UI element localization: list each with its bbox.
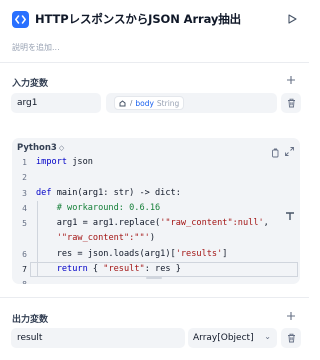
variable-reference-chip: / body String — [114, 96, 185, 110]
code-text: return { "result": res } — [36, 262, 181, 277]
code-token: # workaround: 0.6.16 — [36, 202, 161, 213]
node-title[interactable]: HTTPレスポンスからJSON Array抽出 — [35, 11, 241, 27]
code-token: '"raw_content":""' — [56, 233, 150, 244]
code-token: arg1 = arg1.replace( — [36, 218, 161, 229]
line-number: 8 — [12, 277, 27, 284]
code-token: , — [263, 218, 269, 229]
line-number: 4 — [22, 203, 27, 213]
code-token: '"raw_content":null' — [160, 218, 264, 229]
code-token: json — [67, 157, 93, 167]
code-token: ) — [149, 233, 156, 244]
output-variable-name-field[interactable]: result — [11, 328, 185, 348]
add-input-variable-button[interactable] — [285, 75, 297, 87]
code-line[interactable]: 5 arg1 = arg1.replace('"raw_content":nul… — [12, 216, 300, 231]
expand-icon[interactable] — [284, 142, 295, 156]
code-line[interactable]: 1 import json — [12, 155, 300, 170]
code-token: def — [36, 187, 52, 198]
editor-resize-handle[interactable] — [146, 277, 162, 279]
line-number: 7 — [22, 265, 27, 275]
chevron-updown-icon[interactable]: ◇ — [59, 144, 64, 152]
language-select[interactable]: Python3 — [17, 143, 57, 153]
node-header: HTTPレスポンスからJSON Array抽出 — [12, 10, 299, 28]
code-text: arg1 = arg1.replace('"raw_content":null'… — [36, 216, 269, 231]
output-variable-type-select[interactable]: Array[Object] ⌄ — [188, 328, 277, 348]
line-number: 1 — [22, 158, 27, 167]
output-variable-type: Array[Object] — [193, 333, 254, 343]
run-icon[interactable] — [285, 12, 299, 26]
code-text: '"raw_content":""') — [36, 231, 155, 246]
code-text: # workaround: 0.6.16 — [36, 201, 161, 216]
code-token: import — [36, 157, 68, 167]
trash-icon — [287, 333, 295, 343]
code-line[interactable]: 4 # workaround: 0.6.16 — [12, 201, 300, 216]
input-variable-name-field[interactable]: arg1 — [11, 93, 101, 113]
line-number: 2 — [22, 173, 27, 183]
code-content[interactable]: 1 import json 2 3 def main(arg1: str) -> dic… — [12, 155, 300, 284]
code-token: res = json.loads(arg1)[ — [36, 248, 176, 259]
code-token: "result" — [103, 264, 145, 275]
code-line[interactable]: 6 res = json.loads(arg1)['results'] — [12, 247, 300, 262]
code-line[interactable]: 3 def main(arg1: str) -> dict: — [12, 186, 300, 201]
divider — [0, 297, 309, 298]
code-node-icon — [12, 10, 29, 28]
code-line[interactable]: 2 — [12, 170, 300, 185]
code-token: { — [87, 264, 104, 275]
code-token: : res } — [144, 264, 181, 275]
add-output-variable-button[interactable] — [285, 311, 297, 323]
input-variables-title: 入力変数 — [12, 79, 49, 89]
output-variables-title: 出力変数 — [12, 315, 49, 325]
code-token: return — [56, 264, 88, 275]
divider — [0, 62, 309, 63]
line-number: 5 — [22, 219, 27, 229]
reference-variable-name: body — [135, 98, 154, 108]
scrollbar-marker[interactable] — [286, 205, 294, 220]
input-variable-reference-picker[interactable]: / body String — [106, 93, 277, 113]
delete-output-variable-button[interactable] — [281, 328, 301, 348]
description-input[interactable]: 説明を追加... — [12, 42, 60, 53]
start-node-icon — [119, 99, 126, 106]
delete-input-variable-button[interactable] — [281, 93, 301, 113]
line-number: 3 — [22, 188, 27, 198]
reference-separator: / — [130, 99, 133, 107]
line-number: 6 — [22, 249, 27, 259]
reference-variable-type: String — [156, 98, 180, 108]
code-text: res = json.loads(arg1)['results'] — [36, 247, 228, 262]
trash-icon — [287, 98, 295, 108]
indent-guide — [37, 200, 38, 278]
code-editor[interactable]: Python3 ◇ 1 import json 2 3 def main(arg1: s… — [12, 138, 300, 284]
code-text: def main(arg1: str) -> dict: — [36, 186, 181, 201]
copy-icon[interactable] — [270, 143, 280, 158]
code-token: ] — [222, 248, 228, 259]
code-line[interactable]: '"raw_content":""') — [12, 231, 300, 246]
chevron-down-icon: ⌄ — [264, 332, 271, 341]
code-line[interactable]: 7 return { "result": res } — [12, 262, 300, 278]
code-text: import json — [36, 155, 93, 170]
code-token: main(arg1: str) -> dict: — [51, 187, 181, 198]
code-token: 'results' — [175, 248, 223, 259]
